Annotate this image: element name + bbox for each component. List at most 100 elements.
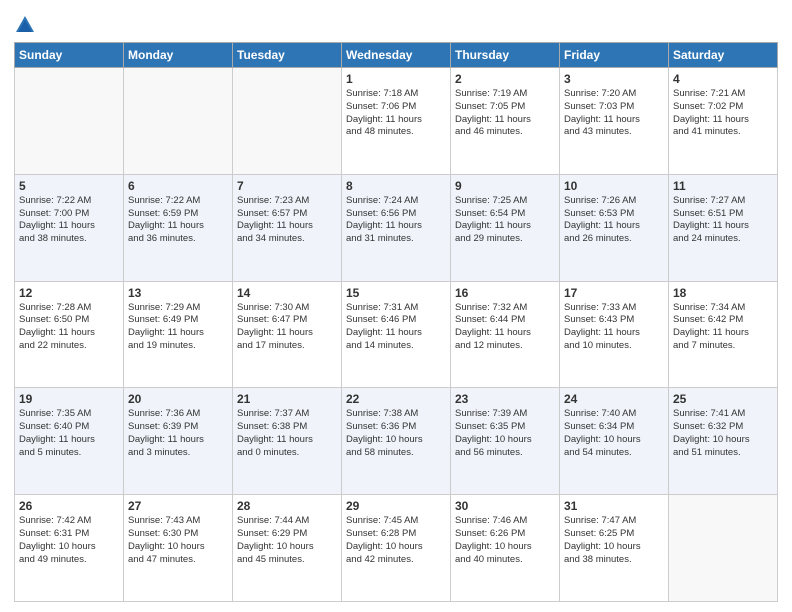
calendar-cell: 15Sunrise: 7:31 AM Sunset: 6:46 PM Dayli…	[342, 281, 451, 388]
day-info: Sunrise: 7:22 AM Sunset: 7:00 PM Dayligh…	[19, 195, 119, 246]
header	[14, 10, 778, 36]
day-info: Sunrise: 7:37 AM Sunset: 6:38 PM Dayligh…	[237, 408, 337, 459]
calendar-cell: 16 Sunrise: 7:32 AM Sunset: 6:44 PM Dayli…	[451, 281, 560, 388]
calendar-cell: 24 Sunrise: 7:40 AM Sunset: 6:34 PM Dayli…	[560, 388, 669, 495]
calendar-cell: 14 Sunrise: 7:30 AM Sunset: 6:47 PM Dayli…	[233, 281, 342, 388]
calendar-week-4: 19Sunrise: 7:35 AM Sunset: 6:40 PM Dayli…	[15, 388, 778, 495]
calendar-cell	[124, 68, 233, 175]
day-info: Sunrise: 7:19 AM Sunset: 7:05 PM Dayligh…	[455, 88, 555, 139]
day-number: 11	[673, 179, 773, 193]
calendar-week-5: 26Sunrise: 7:42 AM Sunset: 6:31 PM Dayli…	[15, 495, 778, 602]
calendar-cell: 18 Sunrise: 7:34 AM Sunset: 6:42 PM Dayli…	[669, 281, 778, 388]
calendar-cell: 25 Sunrise: 7:41 AM Sunset: 6:32 PM Dayli…	[669, 388, 778, 495]
day-number: 25	[673, 392, 773, 406]
calendar-cell: 1 Sunrise: 7:18 AM Sunset: 7:06 PM Daylig…	[342, 68, 451, 175]
day-number: 21	[237, 392, 337, 406]
calendar-cell	[669, 495, 778, 602]
day-info: Sunrise: 7:27 AM Sunset: 6:51 PM Dayligh…	[673, 195, 773, 246]
day-info: Sunrise: 7:34 AM Sunset: 6:42 PM Dayligh…	[673, 302, 773, 353]
day-number: 16	[455, 286, 555, 300]
calendar-cell: 19Sunrise: 7:35 AM Sunset: 6:40 PM Dayli…	[15, 388, 124, 495]
calendar-cell: 7 Sunrise: 7:23 AM Sunset: 6:57 PM Daylig…	[233, 174, 342, 281]
day-number: 18	[673, 286, 773, 300]
day-info: Sunrise: 7:47 AM Sunset: 6:25 PM Dayligh…	[564, 515, 664, 566]
calendar-header-friday: Friday	[560, 43, 669, 68]
calendar-cell: 12 Sunrise: 7:28 AM Sunset: 6:50 PM Dayli…	[15, 281, 124, 388]
calendar-cell: 6 Sunrise: 7:22 AM Sunset: 6:59 PM Daylig…	[124, 174, 233, 281]
day-number: 4	[673, 72, 773, 86]
calendar-cell: 4 Sunrise: 7:21 AM Sunset: 7:02 PM Daylig…	[669, 68, 778, 175]
calendar-cell	[15, 68, 124, 175]
day-number: 10	[564, 179, 664, 193]
day-info: Sunrise: 7:28 AM Sunset: 6:50 PM Dayligh…	[19, 302, 119, 353]
day-info: Sunrise: 7:43 AM Sunset: 6:30 PM Dayligh…	[128, 515, 228, 566]
day-number: 20	[128, 392, 228, 406]
day-info: Sunrise: 7:44 AM Sunset: 6:29 PM Dayligh…	[237, 515, 337, 566]
day-number: 17	[564, 286, 664, 300]
day-number: 1	[346, 72, 446, 86]
day-info: Sunrise: 7:46 AM Sunset: 6:26 PM Dayligh…	[455, 515, 555, 566]
day-number: 28	[237, 499, 337, 513]
calendar-cell: 31 Sunrise: 7:47 AM Sunset: 6:25 PM Dayli…	[560, 495, 669, 602]
day-number: 22	[346, 392, 446, 406]
day-info: Sunrise: 7:39 AM Sunset: 6:35 PM Dayligh…	[455, 408, 555, 459]
calendar-week-3: 12 Sunrise: 7:28 AM Sunset: 6:50 PM Dayli…	[15, 281, 778, 388]
day-info: Sunrise: 7:25 AM Sunset: 6:54 PM Dayligh…	[455, 195, 555, 246]
day-info: Sunrise: 7:21 AM Sunset: 7:02 PM Dayligh…	[673, 88, 773, 139]
day-info: Sunrise: 7:40 AM Sunset: 6:34 PM Dayligh…	[564, 408, 664, 459]
day-info: Sunrise: 7:36 AM Sunset: 6:39 PM Dayligh…	[128, 408, 228, 459]
logo-icon	[14, 14, 36, 36]
day-info: Sunrise: 7:24 AM Sunset: 6:56 PM Dayligh…	[346, 195, 446, 246]
day-number: 23	[455, 392, 555, 406]
calendar-header-row: SundayMondayTuesdayWednesdayThursdayFrid…	[15, 43, 778, 68]
calendar-header-thursday: Thursday	[451, 43, 560, 68]
day-number: 31	[564, 499, 664, 513]
day-number: 29	[346, 499, 446, 513]
day-info: Sunrise: 7:41 AM Sunset: 6:32 PM Dayligh…	[673, 408, 773, 459]
calendar-cell: 26Sunrise: 7:42 AM Sunset: 6:31 PM Dayli…	[15, 495, 124, 602]
day-info: Sunrise: 7:26 AM Sunset: 6:53 PM Dayligh…	[564, 195, 664, 246]
calendar-cell: 11 Sunrise: 7:27 AM Sunset: 6:51 PM Dayli…	[669, 174, 778, 281]
calendar-cell: 2 Sunrise: 7:19 AM Sunset: 7:05 PM Daylig…	[451, 68, 560, 175]
calendar-cell: 29 Sunrise: 7:45 AM Sunset: 6:28 PM Dayli…	[342, 495, 451, 602]
calendar-header-monday: Monday	[124, 43, 233, 68]
day-number: 14	[237, 286, 337, 300]
day-number: 27	[128, 499, 228, 513]
day-info: Sunrise: 7:45 AM Sunset: 6:28 PM Dayligh…	[346, 515, 446, 566]
day-info: Sunrise: 7:35 AM Sunset: 6:40 PM Dayligh…	[19, 408, 119, 459]
calendar-header-tuesday: Tuesday	[233, 43, 342, 68]
calendar-cell: 30Sunrise: 7:46 AM Sunset: 6:26 PM Dayli…	[451, 495, 560, 602]
day-number: 12	[19, 286, 119, 300]
day-number: 3	[564, 72, 664, 86]
calendar-cell: 20 Sunrise: 7:36 AM Sunset: 6:39 PM Dayli…	[124, 388, 233, 495]
logo	[14, 14, 39, 36]
day-info: Sunrise: 7:20 AM Sunset: 7:03 PM Dayligh…	[564, 88, 664, 139]
day-info: Sunrise: 7:30 AM Sunset: 6:47 PM Dayligh…	[237, 302, 337, 353]
calendar-week-2: 5 Sunrise: 7:22 AM Sunset: 7:00 PM Daylig…	[15, 174, 778, 281]
day-info: Sunrise: 7:31 AM Sunset: 6:46 PM Dayligh…	[346, 302, 446, 353]
calendar-cell	[233, 68, 342, 175]
calendar-cell: 9Sunrise: 7:25 AM Sunset: 6:54 PM Daylig…	[451, 174, 560, 281]
day-info: Sunrise: 7:32 AM Sunset: 6:44 PM Dayligh…	[455, 302, 555, 353]
day-info: Sunrise: 7:22 AM Sunset: 6:59 PM Dayligh…	[128, 195, 228, 246]
day-info: Sunrise: 7:29 AM Sunset: 6:49 PM Dayligh…	[128, 302, 228, 353]
day-number: 24	[564, 392, 664, 406]
day-number: 2	[455, 72, 555, 86]
calendar-table: SundayMondayTuesdayWednesdayThursdayFrid…	[14, 42, 778, 602]
calendar-header-sunday: Sunday	[15, 43, 124, 68]
day-info: Sunrise: 7:23 AM Sunset: 6:57 PM Dayligh…	[237, 195, 337, 246]
day-info: Sunrise: 7:18 AM Sunset: 7:06 PM Dayligh…	[346, 88, 446, 139]
day-number: 13	[128, 286, 228, 300]
calendar-cell: 28 Sunrise: 7:44 AM Sunset: 6:29 PM Dayli…	[233, 495, 342, 602]
calendar-cell: 13 Sunrise: 7:29 AM Sunset: 6:49 PM Dayli…	[124, 281, 233, 388]
calendar-cell: 8Sunrise: 7:24 AM Sunset: 6:56 PM Daylig…	[342, 174, 451, 281]
calendar-cell: 5 Sunrise: 7:22 AM Sunset: 7:00 PM Daylig…	[15, 174, 124, 281]
day-info: Sunrise: 7:33 AM Sunset: 6:43 PM Dayligh…	[564, 302, 664, 353]
calendar-cell: 10 Sunrise: 7:26 AM Sunset: 6:53 PM Dayli…	[560, 174, 669, 281]
page: SundayMondayTuesdayWednesdayThursdayFrid…	[0, 0, 792, 612]
day-number: 6	[128, 179, 228, 193]
day-number: 5	[19, 179, 119, 193]
calendar-header-saturday: Saturday	[669, 43, 778, 68]
day-info: Sunrise: 7:38 AM Sunset: 6:36 PM Dayligh…	[346, 408, 446, 459]
day-number: 7	[237, 179, 337, 193]
